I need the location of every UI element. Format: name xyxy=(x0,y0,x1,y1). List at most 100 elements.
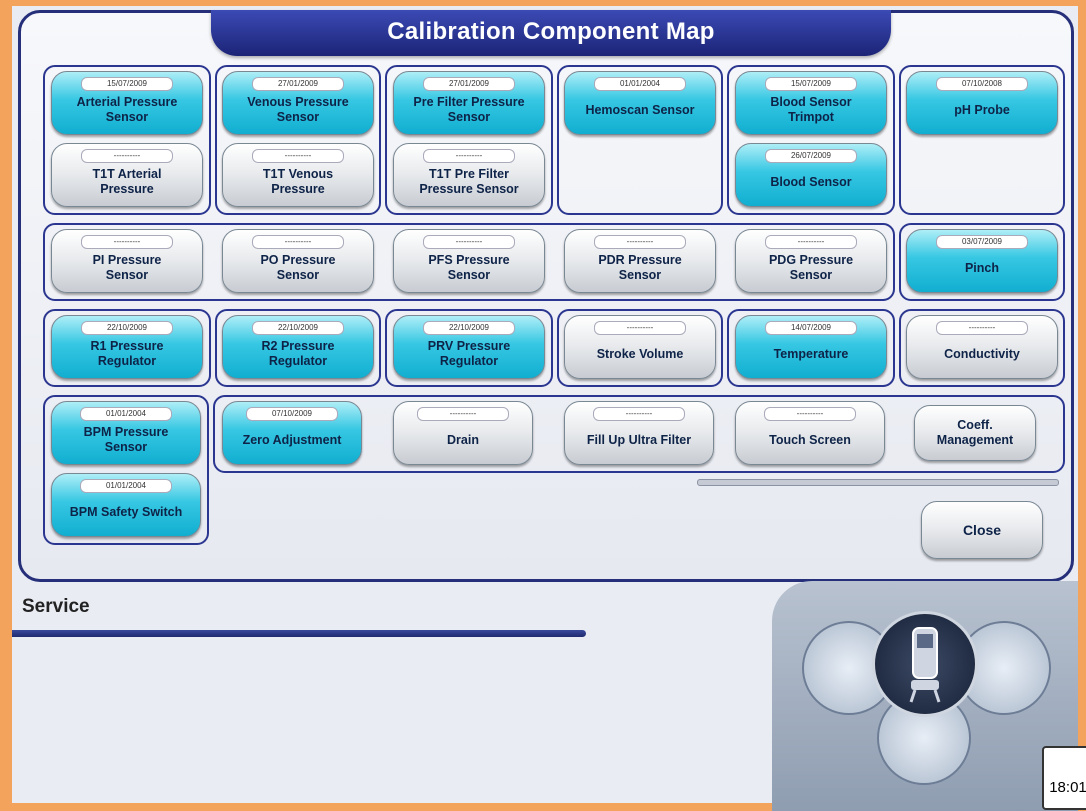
calibration-date: 07/10/2008 xyxy=(936,77,1028,91)
t1t-venous-pressure-button[interactable]: ---------- T1T Venous Pressure xyxy=(222,143,374,207)
calibration-date: 14/07/2009 xyxy=(765,321,857,335)
close-button[interactable]: Close xyxy=(921,501,1043,559)
calibration-date: 27/01/2009 xyxy=(423,77,515,91)
calibration-panel: Calibration Component Map 15/07/2009 Art… xyxy=(18,10,1074,582)
prv-pressure-regulator-button[interactable]: 22/10/2009 PRV Pressure Regulator xyxy=(393,315,545,379)
pdr-pressure-sensor-button[interactable]: ---------- PDR Pressure Sensor xyxy=(564,229,716,293)
pre-filter-pressure-sensor-button[interactable]: 27/01/2009 Pre Filter Pressure Sensor xyxy=(393,71,545,135)
section-label: Service xyxy=(22,596,90,617)
machine-icon[interactable] xyxy=(872,611,978,717)
button-label-line1: Blood Sensor xyxy=(770,95,852,109)
button-label-line1: T1T Venous xyxy=(262,167,334,181)
zero-adjustment-button[interactable]: 07/10/2009 Zero Adjustment xyxy=(222,401,362,465)
venous-pressure-sensor-button[interactable]: 27/01/2009 Venous Pressure Sensor xyxy=(222,71,374,135)
calibration-date: 01/01/2004 xyxy=(80,479,172,493)
ph-probe-button[interactable]: 07/10/2008 pH Probe xyxy=(906,71,1058,135)
button-label-line1: Drain xyxy=(447,432,479,447)
button-label-line2: Pressure xyxy=(100,182,154,196)
calibration-date: ---------- xyxy=(423,149,515,163)
button-label-line2: Regulator xyxy=(268,354,328,368)
button-label-line1: R1 Pressure xyxy=(90,339,164,353)
arterial-pressure-sensor-button[interactable]: 15/07/2009 Arterial Pressure Sensor xyxy=(51,71,203,135)
button-label-line2: Sensor xyxy=(618,268,662,282)
calibration-date: 26/07/2009 xyxy=(765,149,857,163)
button-label-line1: pH Probe xyxy=(954,102,1010,117)
machine-icon-graphic xyxy=(909,627,941,703)
clock-time: 18:01 xyxy=(1049,779,1086,796)
pi-pressure-sensor-button[interactable]: ---------- PI Pressure Sensor xyxy=(51,229,203,293)
t1t-pre-filter-pressure-button[interactable]: ---------- T1T Pre Filter Pressure Senso… xyxy=(393,143,545,207)
calibration-date: 01/01/2004 xyxy=(80,407,172,421)
button-label-line1: Blood Sensor xyxy=(770,174,852,189)
fill-up-ultra-filter-button[interactable]: ---------- Fill Up Ultra Filter xyxy=(564,401,714,465)
button-label-line1: Pinch xyxy=(964,260,1000,275)
temperature-button[interactable]: 14/07/2009 Temperature xyxy=(735,315,887,379)
calibration-date: ---------- xyxy=(936,321,1028,335)
bpm-pressure-sensor-button[interactable]: 01/01/2004 BPM Pressure Sensor xyxy=(51,401,201,465)
button-label-line1: Temperature xyxy=(773,346,849,361)
calibration-date: 22/10/2009 xyxy=(423,321,515,335)
button-label-line2: Regulator xyxy=(97,354,157,368)
coeff-management-button[interactable]: Coeff. Management xyxy=(914,405,1036,461)
button-label-line1: PRV Pressure xyxy=(427,339,511,353)
calibration-date: ---------- xyxy=(252,149,344,163)
bpm-safety-switch-button[interactable]: 01/01/2004 BPM Safety Switch xyxy=(51,473,201,537)
button-label-line1: BPM Pressure xyxy=(83,425,169,439)
button-label-line1: PI Pressure xyxy=(92,253,162,267)
blood-sensor-trimpot-button[interactable]: 15/07/2009 Blood Sensor Trimpot xyxy=(735,71,887,135)
button-label-line1: T1T Arterial xyxy=(92,167,162,181)
button-label-line1: Pre Filter Pressure xyxy=(413,95,525,109)
button-label-line2: Management xyxy=(936,433,1014,447)
button-label-line1: Conductivity xyxy=(944,346,1020,361)
pfs-pressure-sensor-button[interactable]: ---------- PFS Pressure Sensor xyxy=(393,229,545,293)
button-label-line1: Arterial Pressure xyxy=(76,95,178,109)
conductivity-button[interactable]: ---------- Conductivity xyxy=(906,315,1058,379)
blood-sensor-button[interactable]: 26/07/2009 Blood Sensor xyxy=(735,143,887,207)
drain-button[interactable]: ---------- Drain xyxy=(393,401,533,465)
button-label-line2: Sensor xyxy=(447,268,491,282)
pdg-pressure-sensor-button[interactable]: ---------- PDG Pressure Sensor xyxy=(735,229,887,293)
calibration-date: ---------- xyxy=(81,149,173,163)
pencil-icon xyxy=(1044,748,1086,778)
button-label-line2: Sensor xyxy=(105,268,149,282)
button-label-line1: Venous Pressure xyxy=(247,95,349,109)
calibration-date: 03/07/2009 xyxy=(936,235,1028,249)
button-label-line2: Sensor xyxy=(276,110,320,124)
calibration-date: 15/07/2009 xyxy=(81,77,173,91)
pinch-button[interactable]: 03/07/2009 Pinch xyxy=(906,229,1058,293)
button-label-line1: Fill Up Ultra Filter xyxy=(586,432,692,447)
button-label-line1: Coeff. xyxy=(957,418,993,432)
panel-title: Calibration Component Map xyxy=(211,10,891,56)
calibration-date: 22/10/2009 xyxy=(81,321,173,335)
calendar-clock-icon[interactable]: 18:01 xyxy=(1042,746,1086,810)
touch-screen-button[interactable]: ---------- Touch Screen xyxy=(735,401,885,465)
r2-pressure-regulator-button[interactable]: 22/10/2009 R2 Pressure Regulator xyxy=(222,315,374,379)
calibration-date: ---------- xyxy=(594,235,686,249)
button-label-line2: Trimpot xyxy=(788,110,834,124)
horizontal-scrollbar[interactable] xyxy=(697,479,1059,486)
po-pressure-sensor-button[interactable]: ---------- PO Pressure Sensor xyxy=(222,229,374,293)
button-label-line1: PDG Pressure xyxy=(768,253,854,267)
close-button-label: Close xyxy=(962,521,1002,538)
t1t-arterial-pressure-button[interactable]: ---------- T1T Arterial Pressure xyxy=(51,143,203,207)
section-underline xyxy=(12,630,586,637)
calibration-date: ---------- xyxy=(765,235,857,249)
calibration-date: 01/01/2004 xyxy=(594,77,686,91)
button-label-line2: Regulator xyxy=(439,354,499,368)
calibration-date: 07/10/2009 xyxy=(246,407,338,421)
r1-pressure-regulator-button[interactable]: 22/10/2009 R1 Pressure Regulator xyxy=(51,315,203,379)
button-label-line1: PFS Pressure xyxy=(428,253,510,267)
button-label-line1: Hemoscan Sensor xyxy=(585,102,695,117)
hemoscan-sensor-button[interactable]: 01/01/2004 Hemoscan Sensor xyxy=(564,71,716,135)
stroke-volume-button[interactable]: ---------- Stroke Volume xyxy=(564,315,716,379)
calibration-date: 22/10/2009 xyxy=(252,321,344,335)
button-label-line1: PDR Pressure xyxy=(598,253,682,267)
button-label-line1: BPM Safety Switch xyxy=(69,504,183,519)
calibration-date: 27/01/2009 xyxy=(252,77,344,91)
calibration-date: ---------- xyxy=(423,235,515,249)
button-label-line2: Pressure Sensor xyxy=(419,182,519,196)
button-label-line1: T1T Pre Filter xyxy=(429,167,509,181)
calibration-date: ---------- xyxy=(81,235,173,249)
calibration-date: 15/07/2009 xyxy=(765,77,857,91)
navigation-wheel xyxy=(772,581,1078,811)
